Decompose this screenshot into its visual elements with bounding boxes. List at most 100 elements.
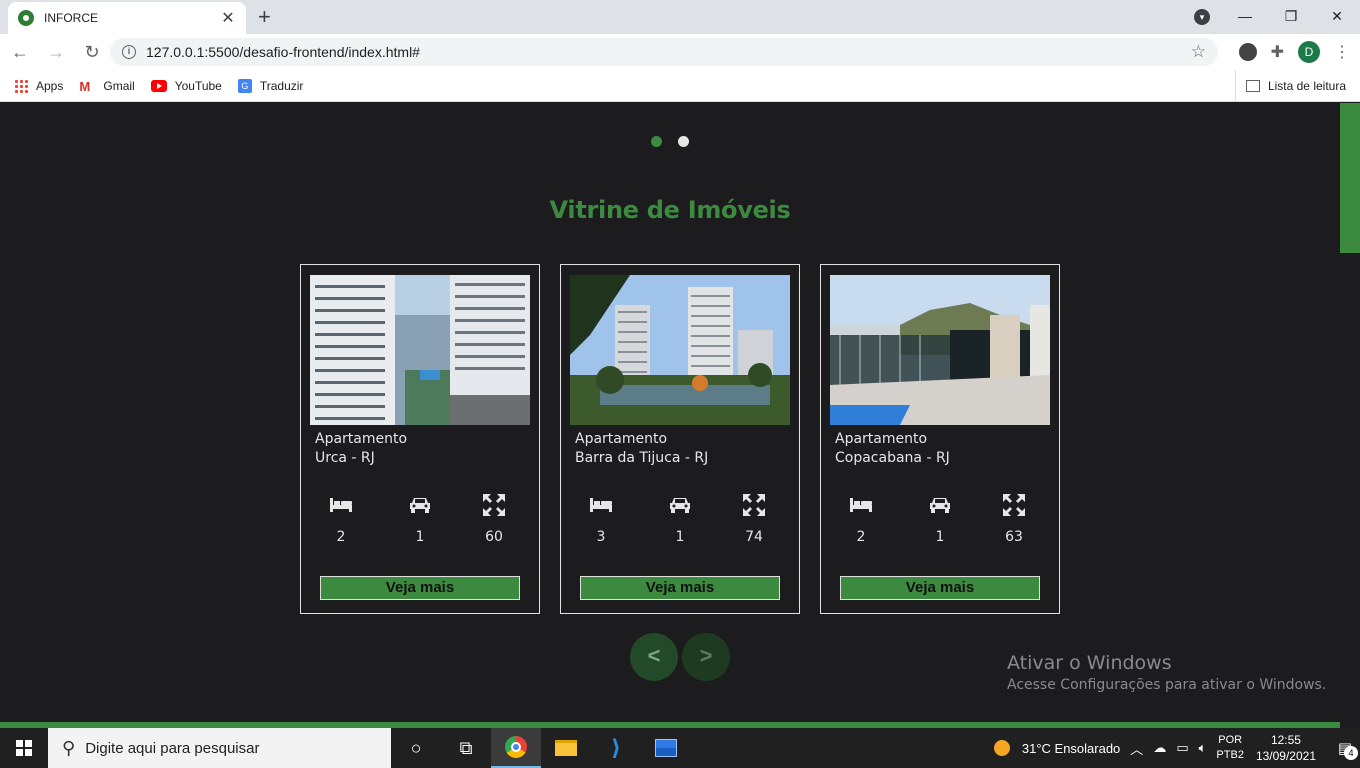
address-bar[interactable]: i 127.0.0.1:5500/desafio-frontend/index.… <box>110 38 1218 66</box>
carousel-dot-2[interactable] <box>678 136 689 147</box>
car-icon <box>400 493 440 517</box>
parking-count: 1 <box>415 529 425 545</box>
extension-area: ✚ D ⋮ <box>1238 41 1350 63</box>
youtube-icon <box>150 79 167 92</box>
parking-count: 1 <box>935 529 945 545</box>
windows-taskbar: ⚲ Digite aqui para pesquisar ○ ⧉ ⟩ 31°C … <box>0 728 1360 768</box>
photos-taskbar-button[interactable] <box>641 728 691 768</box>
windows-activation-subtitle: Acesse Configurações para ativar o Windo… <box>1007 677 1327 693</box>
feature-bedrooms: 2 <box>841 493 881 545</box>
bookmark-label: Gmail <box>103 78 135 93</box>
feature-area: 74 <box>734 493 774 545</box>
site-favicon-icon <box>18 10 34 26</box>
feature-bedrooms: 3 <box>581 493 621 545</box>
expand-arrows-icon <box>734 493 774 517</box>
bed-icon <box>841 493 881 517</box>
expand-arrows-icon <box>474 493 514 517</box>
file-explorer-taskbar-button[interactable] <box>541 728 591 768</box>
bookmark-label: YouTube <box>174 78 222 93</box>
clock-date: 13/09/2021 <box>1255 749 1316 763</box>
tray-overflow-chevron-icon[interactable]: ︿ <box>1130 739 1143 758</box>
notification-center-button[interactable]: ▤ 4 <box>1330 728 1360 768</box>
property-location: Barra da Tijuca - RJ <box>575 450 709 466</box>
reading-list-label: Lista de leitura <box>1267 79 1346 93</box>
minimize-button[interactable]: — <box>1222 0 1268 32</box>
restore-button[interactable]: ❐ <box>1268 0 1314 32</box>
cloud-icon[interactable]: ☁ <box>1153 740 1166 756</box>
car-icon <box>660 493 700 517</box>
language-indicator[interactable]: POR PTB2 <box>1216 733 1244 763</box>
task-view-icon[interactable]: ⧉ <box>441 728 491 768</box>
folder-icon <box>555 740 577 756</box>
see-more-button[interactable]: Veja mais <box>840 576 1040 600</box>
carousel-prev-button[interactable]: < <box>630 633 678 681</box>
volume-icon[interactable]: 🔈︎ <box>1199 740 1207 756</box>
bedrooms-count: 2 <box>856 529 866 545</box>
vscode-taskbar-button[interactable]: ⟩ <box>591 728 641 768</box>
windows-logo-icon <box>16 740 32 756</box>
bookmark-apps[interactable]: Apps <box>14 78 64 93</box>
system-tray: 31°C Ensolarado ︿ ☁ ▭ 🔈︎ POR PTB2 12:55 … <box>993 728 1360 768</box>
back-button[interactable]: ← <box>4 42 36 63</box>
incognito-extension-icon[interactable] <box>1238 43 1257 61</box>
search-icon: ⚲ <box>62 737 76 758</box>
property-type: Apartamento <box>835 431 928 447</box>
chrome-icon <box>505 736 527 758</box>
apps-grid-icon <box>14 78 28 93</box>
see-more-button[interactable]: Veja mais <box>320 576 520 600</box>
property-photo <box>570 275 790 425</box>
carousel-next-button[interactable]: > <box>682 633 730 681</box>
browser-menu-icon[interactable]: ⋮ <box>1334 42 1350 62</box>
chrome-taskbar-button[interactable] <box>491 728 541 768</box>
vscode-icon: ⟩ <box>610 735 622 760</box>
photos-icon <box>655 739 677 757</box>
browser-toolbar: ← → ↻ i 127.0.0.1:5500/desafio-frontend/… <box>0 34 1360 70</box>
parking-count: 1 <box>675 529 685 545</box>
tab-title: INFORCE <box>44 11 98 25</box>
expand-arrows-icon <box>994 493 1034 517</box>
carousel-dots <box>651 136 689 147</box>
carousel-dot-1[interactable] <box>651 136 662 147</box>
network-icon[interactable]: ▭ <box>1176 740 1188 756</box>
weather-text[interactable]: 31°C Ensolarado <box>1022 741 1120 756</box>
site-info-icon[interactable]: i <box>122 45 136 59</box>
property-type: Apartamento <box>575 431 668 447</box>
bookmark-traduzir[interactable]: G Traduzir <box>237 78 303 93</box>
extensions-puzzle-icon[interactable]: ✚ <box>1271 42 1284 62</box>
bedrooms-count: 3 <box>596 529 606 545</box>
page-scrollbar-thumb[interactable] <box>1340 103 1360 253</box>
feature-parking: 1 <box>660 493 700 545</box>
bookmark-star-icon[interactable]: ☆ <box>1191 42 1206 62</box>
forward-button[interactable]: → <box>40 42 72 63</box>
new-tab-button[interactable]: + <box>258 4 271 30</box>
tab-close-icon[interactable]: ✕ <box>220 8 236 28</box>
tab-search-icon[interactable]: ▾ <box>1194 9 1210 25</box>
area-value: 60 <box>485 529 503 545</box>
url-text[interactable]: 127.0.0.1:5500/desafio-frontend/index.ht… <box>146 44 1191 60</box>
system-clock[interactable]: 12:55 13/09/2021 <box>1256 732 1316 764</box>
area-value: 63 <box>1005 529 1023 545</box>
area-value: 74 <box>745 529 763 545</box>
reload-button[interactable]: ↻ <box>76 42 108 63</box>
translate-icon: G <box>237 78 252 93</box>
car-icon <box>920 493 960 517</box>
keyboard-layout: PTB2 <box>1216 749 1244 761</box>
search-placeholder: Digite aqui para pesquisar <box>85 739 260 757</box>
cortana-icon[interactable]: ○ <box>391 728 441 768</box>
bookmark-youtube[interactable]: YouTube <box>150 78 222 93</box>
property-card: Apartamento Copacabana - RJ 2 1 63 Veja … <box>820 264 1060 614</box>
gmail-icon: M <box>79 78 91 94</box>
reading-list-button[interactable]: Lista de leitura <box>1234 70 1346 102</box>
language-code: POR <box>1218 734 1243 746</box>
bookmark-gmail[interactable]: M Gmail <box>79 78 135 94</box>
start-button[interactable] <box>0 728 48 768</box>
taskbar-search-input[interactable]: ⚲ Digite aqui para pesquisar <box>48 728 391 768</box>
property-photo <box>310 275 530 425</box>
windows-activation-title: Ativar o Windows <box>1007 652 1172 674</box>
profile-avatar[interactable]: D <box>1298 41 1320 63</box>
feature-area: 63 <box>994 493 1034 545</box>
see-more-button[interactable]: Veja mais <box>580 576 780 600</box>
bookmark-label: Apps <box>36 78 64 93</box>
browser-tab[interactable]: INFORCE ✕ <box>8 2 246 34</box>
close-window-button[interactable]: ✕ <box>1314 0 1360 32</box>
